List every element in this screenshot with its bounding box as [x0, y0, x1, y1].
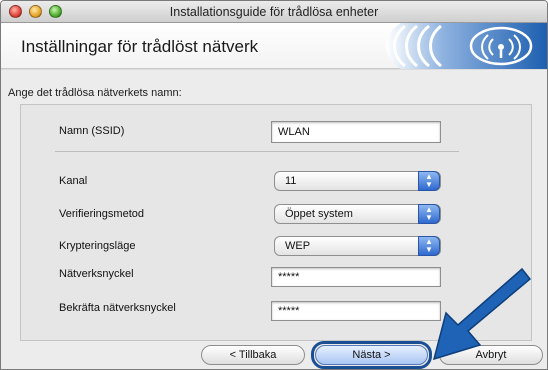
updown-arrows-icon: ▲ ▼	[418, 204, 440, 224]
network-key-label: Nätverksnyckel	[59, 268, 134, 280]
updown-arrows-icon: ▲ ▼	[418, 236, 440, 256]
confirm-key-input[interactable]	[271, 301, 441, 321]
next-button[interactable]: Nästa >	[315, 345, 428, 365]
updown-arrows-icon: ▲ ▼	[418, 171, 440, 191]
network-key-input[interactable]	[271, 267, 441, 287]
page-title: Inställningar för trådlöst nätverk	[21, 37, 259, 56]
pointer-arrow-icon	[432, 267, 532, 361]
ssid-input[interactable]	[271, 121, 441, 143]
section-divider	[55, 151, 459, 152]
auth-method-select[interactable]: Öppet system ▲ ▼	[274, 204, 441, 224]
encryption-label: Krypteringsläge	[59, 240, 136, 252]
auth-method-label: Verifieringsmetod	[59, 208, 144, 220]
encryption-value: WEP	[285, 240, 311, 252]
header-separator	[1, 69, 547, 70]
encryption-select[interactable]: WEP ▲ ▼	[274, 236, 441, 256]
channel-label: Kanal	[59, 175, 88, 187]
channel-select[interactable]: 11 ▲ ▼	[274, 171, 441, 191]
channel-value: 11	[285, 175, 297, 187]
back-button[interactable]: < Tillbaka	[201, 345, 305, 365]
header-banner: Inställningar för trådlöst nätverk	[1, 23, 547, 69]
title-bar: Installationsguide för trådlösa enheter	[1, 1, 547, 23]
instruction-text: Ange det trådlösa nätverkets namn:	[8, 87, 182, 99]
installer-window: Installationsguide för trådlösa enheter …	[0, 0, 548, 370]
wireless-signal-icon	[386, 23, 547, 69]
window-title: Installationsguide för trådlösa enheter	[169, 5, 379, 19]
ssid-label: Namn (SSID)	[59, 125, 125, 137]
auth-method-value: Öppet system	[285, 208, 353, 220]
confirm-key-label: Bekräfta nätverksnyckel	[59, 302, 176, 314]
